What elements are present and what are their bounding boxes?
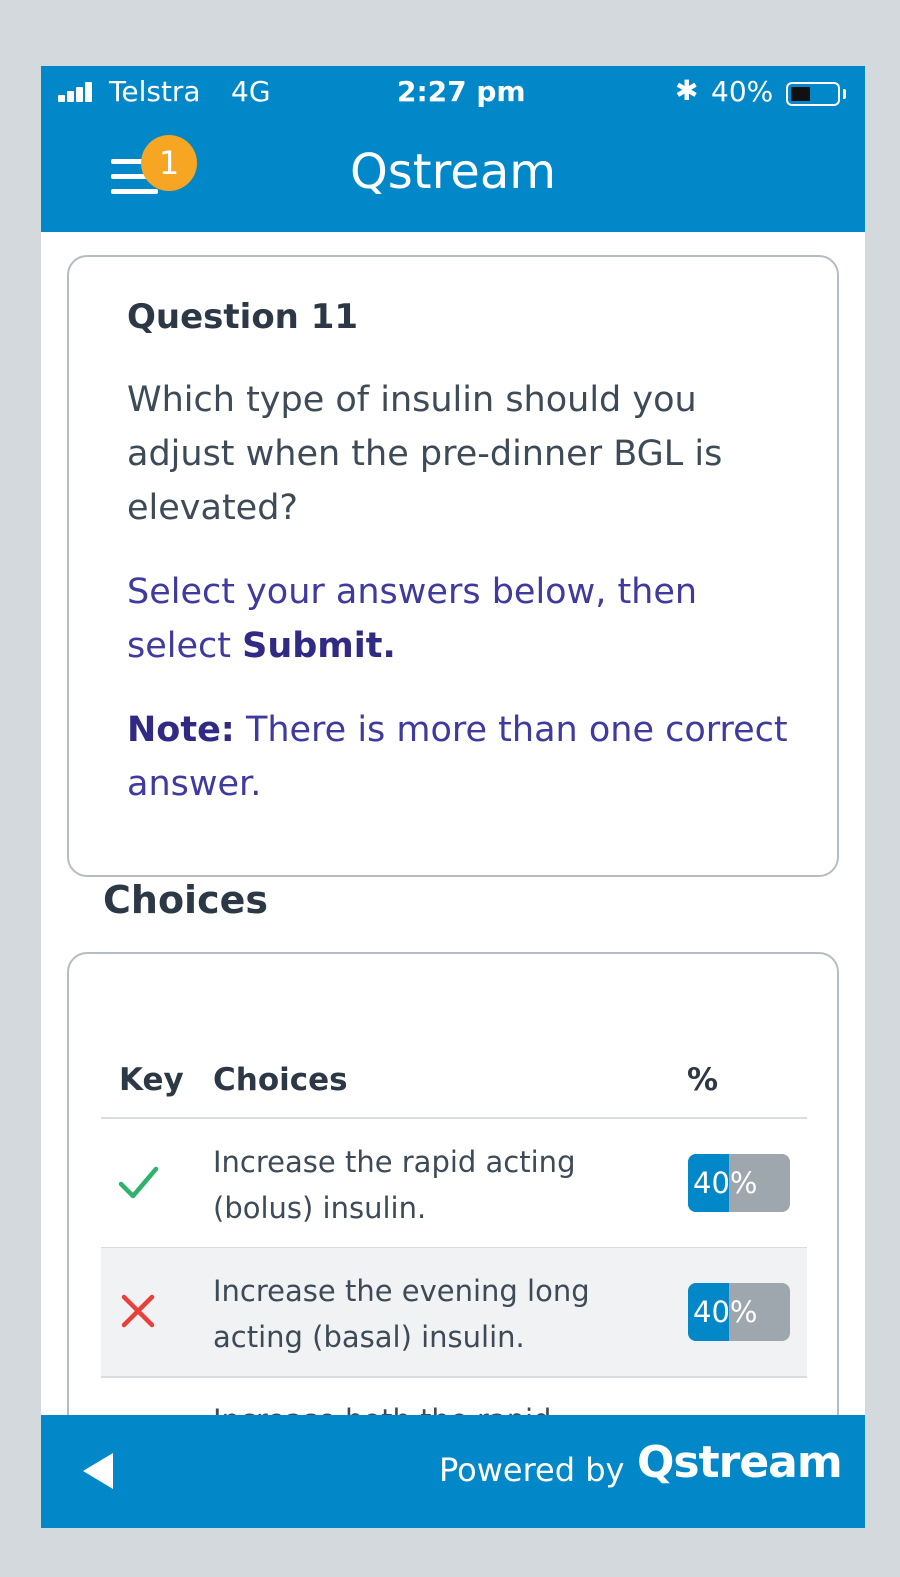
column-header-key: Key xyxy=(119,1062,184,1098)
choices-heading: Choices xyxy=(103,878,268,922)
percent-bar: 40% xyxy=(688,1154,790,1212)
app-title: Qstream xyxy=(350,144,556,200)
phone-screen: Telstra 4G 2:27 pm ✱ 40% 1 Qstream Quest… xyxy=(41,66,865,1528)
clock: 2:27 pm xyxy=(397,75,526,108)
battery-tip xyxy=(843,89,846,99)
top-app-bar: Telstra 4G 2:27 pm ✱ 40% 1 Qstream xyxy=(41,66,865,232)
question-instruction: Select your answers below, then select S… xyxy=(127,565,807,673)
back-arrow-icon[interactable] xyxy=(83,1453,113,1489)
cross-icon xyxy=(121,1294,155,1328)
question-text: Which type of insulin should you adjust … xyxy=(127,380,723,528)
choice-text: Increase the rapid acting (bolus) insuli… xyxy=(213,1145,576,1225)
battery-icon xyxy=(786,82,840,106)
choice-text: Increase the evening long acting (basal)… xyxy=(213,1274,590,1354)
question-title: Question 11 xyxy=(127,297,359,337)
bluetooth-icon: ✱ xyxy=(675,74,699,107)
instruction-submit-label: Submit. xyxy=(242,626,396,666)
network-type: 4G xyxy=(231,75,271,108)
percent-label: 40% xyxy=(693,1166,758,1200)
signal-strength-icon xyxy=(58,82,98,102)
table-row: Increase the rapid acting (bolus) insuli… xyxy=(101,1119,807,1247)
column-header-percent: % xyxy=(687,1062,719,1098)
check-icon xyxy=(118,1166,159,1199)
percent-label: 40% xyxy=(693,1295,758,1329)
powered-by-label: Powered by xyxy=(439,1451,625,1489)
bottom-bar: Powered by Qstream xyxy=(41,1415,865,1528)
question-card: Question 11 Which type of insulin should… xyxy=(67,255,839,877)
status-bar: Telstra 4G 2:27 pm ✱ 40% xyxy=(41,66,865,122)
qstream-logo: Qstream xyxy=(637,1437,843,1488)
instruction-text: Select your answers below, then select xyxy=(127,572,698,666)
column-header-choices: Choices xyxy=(213,1062,348,1098)
note-label: Note: xyxy=(127,710,235,750)
carrier-name: Telstra xyxy=(109,75,201,108)
battery-percent: 40% xyxy=(711,75,774,108)
table-row: Increase the evening long acting (basal)… xyxy=(101,1248,807,1376)
percent-bar: 40% xyxy=(688,1283,790,1341)
question-note: Note: There is more than one correct ans… xyxy=(127,703,817,811)
